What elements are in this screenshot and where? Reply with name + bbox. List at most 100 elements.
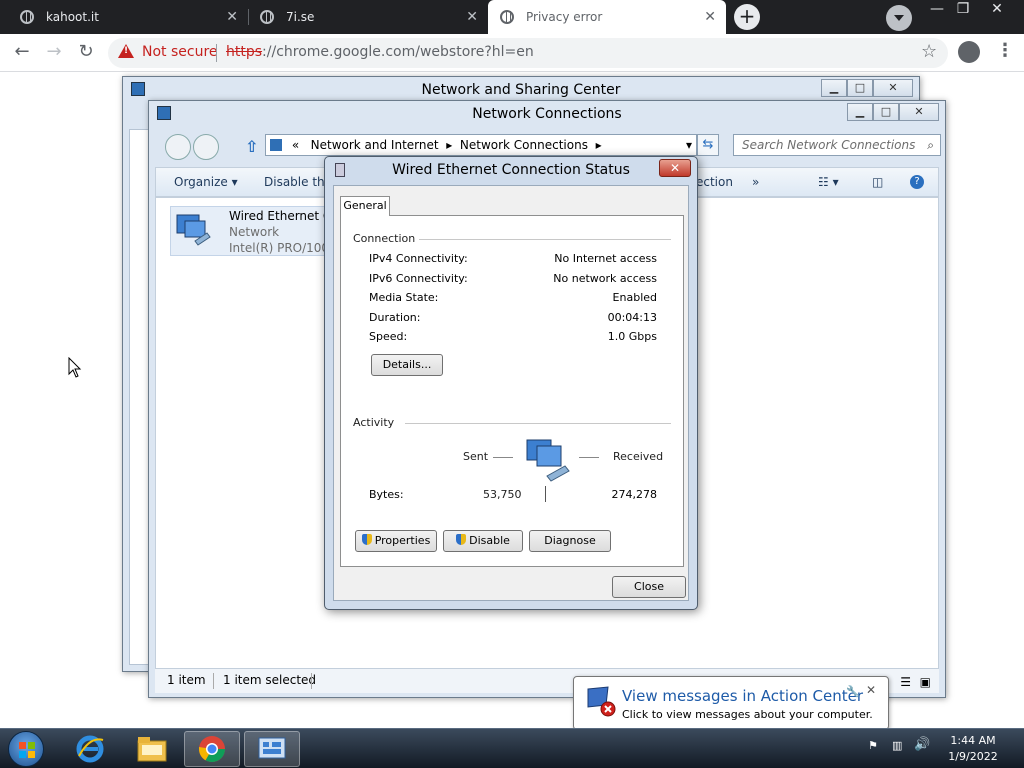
url-rest: ://chrome.google.com/webstore?hl=en [262,44,534,60]
uac-shield-icon [456,534,467,545]
taskbar-clock[interactable]: 1:44 AM 1/9/2022 [940,733,1006,765]
close-icon[interactable]: ✕ [899,103,939,121]
tab-title: 7i.se [286,10,315,24]
general-tab-panel: Connection IPv4 Connectivity: No Interne… [340,215,684,567]
disable-device-button[interactable]: Disable this network device [264,175,324,189]
connection-settings-button[interactable]: ection [696,175,733,189]
control-panel-icon[interactable] [244,731,300,767]
bookmark-star-icon[interactable]: ☆ [921,41,937,62]
globe-icon [20,10,34,24]
organize-menu[interactable]: Organize ▾ [174,175,238,189]
close-tab-icon[interactable]: ✕ [704,9,716,25]
action-center-flag-icon [584,685,618,719]
kebab-menu-icon[interactable]: ⋮ [996,40,1014,61]
back-button[interactable] [165,134,191,160]
change-view-icon[interactable]: ☷ ▾ [818,175,839,189]
preview-pane-icon[interactable]: ◫ [872,175,883,189]
forward-arrow-icon[interactable]: → [42,41,66,65]
bytes-divider [545,486,546,502]
minimize-icon[interactable]: ▁ [821,79,847,97]
breadcrumb[interactable]: « Network and Internet ▸ Network Connect… [265,134,697,156]
properties-button[interactable]: Properties [355,530,437,552]
volume-icon[interactable]: 🔊 [914,737,930,752]
browser-tab-strip: kahoot.it ✕ 7i.se ✕ Privacy error ✕ + — … [0,0,1024,34]
start-button[interactable] [8,731,44,767]
item-count: 1 item [167,673,206,687]
chrome-icon[interactable] [184,731,240,767]
internet-explorer-icon[interactable] [62,731,118,767]
maximize-icon[interactable]: □ [847,79,873,97]
restore-icon[interactable]: ❐ [948,0,978,20]
network-tray-icon[interactable]: ▥ [892,739,902,752]
account-avatar-icon[interactable] [958,41,980,63]
caption-buttons: ▁ □ ✕ [821,79,913,97]
dialog-body: General Connection IPv4 Connectivity: No… [333,185,689,601]
window-title: Network Connections [472,106,622,122]
ipv4-label: IPv4 Connectivity: [369,252,468,265]
close-icon[interactable]: ✕ [659,159,691,177]
close-window-icon[interactable]: ✕ [982,0,1012,20]
adapter-status: Network [229,225,280,239]
help-icon[interactable]: ? [910,175,924,189]
status-divider [311,673,312,689]
speed-value: 1.0 Gbps [607,330,657,343]
sent-line [493,457,513,458]
globe-icon [260,10,274,24]
close-icon[interactable]: ✕ [866,683,876,697]
url-divider [216,44,217,62]
breadcrumb-item[interactable]: Network and Internet [311,138,439,152]
search-input[interactable]: Search Network Connections [733,134,941,156]
clock-time: 1:44 AM [950,734,996,747]
duration-value: 00:04:13 [607,311,657,324]
refresh-icon[interactable]: ⇆ [697,134,719,156]
warning-icon[interactable] [118,44,134,58]
maximize-icon[interactable]: □ [873,103,899,121]
large-icons-view-icon[interactable]: ▣ [920,671,931,693]
dropdown-arrow-icon[interactable]: ▾ [686,135,692,155]
back-arrow-icon[interactable]: ← [10,41,34,65]
selected-count: 1 item selected [223,673,317,687]
close-button[interactable]: Close [612,576,686,598]
globe-icon [500,10,514,24]
speed-label: Speed: [369,330,408,343]
diagnose-button[interactable]: Diagnose [529,530,611,552]
received-line [579,457,599,458]
tab-title: kahoot.it [46,10,99,24]
new-tab-button[interactable]: + [734,4,760,30]
close-tab-icon[interactable]: ✕ [466,9,478,25]
close-icon[interactable]: ✕ [873,79,913,97]
disable-button[interactable]: Disable [443,530,523,552]
forward-button[interactable] [193,134,219,160]
details-view-icon[interactable]: ☰ [900,671,911,693]
received-label: Received [613,450,664,463]
more-commands-button[interactable]: » [752,175,759,189]
wrench-icon[interactable]: 🔧 [846,685,860,698]
details-button[interactable]: Details... [371,354,443,376]
breadcrumb-item[interactable]: Network Connections [460,138,588,152]
reload-icon[interactable]: ↻ [74,41,98,65]
up-arrow-icon[interactable]: ⇧ [245,137,258,156]
url-protocol: https [226,44,263,60]
action-center-notification[interactable]: View messages in Action Center Click to … [573,676,889,739]
browser-tab-active[interactable]: Privacy error ✕ [488,0,726,34]
browser-tab[interactable]: kahoot.it ✕ [0,0,248,34]
connection-group-label: Connection [353,232,416,245]
minimize-icon[interactable]: ▁ [847,103,873,121]
network-adapter-icon [175,211,211,251]
tab-search-icon[interactable] [886,5,912,31]
duration-label: Duration: [369,311,421,324]
close-tab-icon[interactable]: ✕ [226,9,238,25]
sent-label: Sent [463,450,489,463]
tab-general[interactable]: General [340,196,390,216]
url-text[interactable]: https://chrome.google.com/webstore?hl=en [226,44,534,60]
breadcrumb-prefix[interactable]: « [292,138,299,152]
dialog-title: Wired Ethernet Connection Status [392,162,630,178]
file-explorer-icon[interactable] [124,731,180,767]
notification-title[interactable]: View messages in Action Center [622,687,863,705]
adapter-item[interactable]: Wired Ethernet Connection Network Intel(… [170,206,484,256]
control-panel-icon [270,139,282,151]
browser-tab[interactable]: 7i.se ✕ [248,0,488,34]
security-label[interactable]: Not secure [142,44,218,60]
action-center-tray-icon[interactable]: ⚑ [868,739,878,752]
ipv4-value: No Internet access [554,252,657,265]
